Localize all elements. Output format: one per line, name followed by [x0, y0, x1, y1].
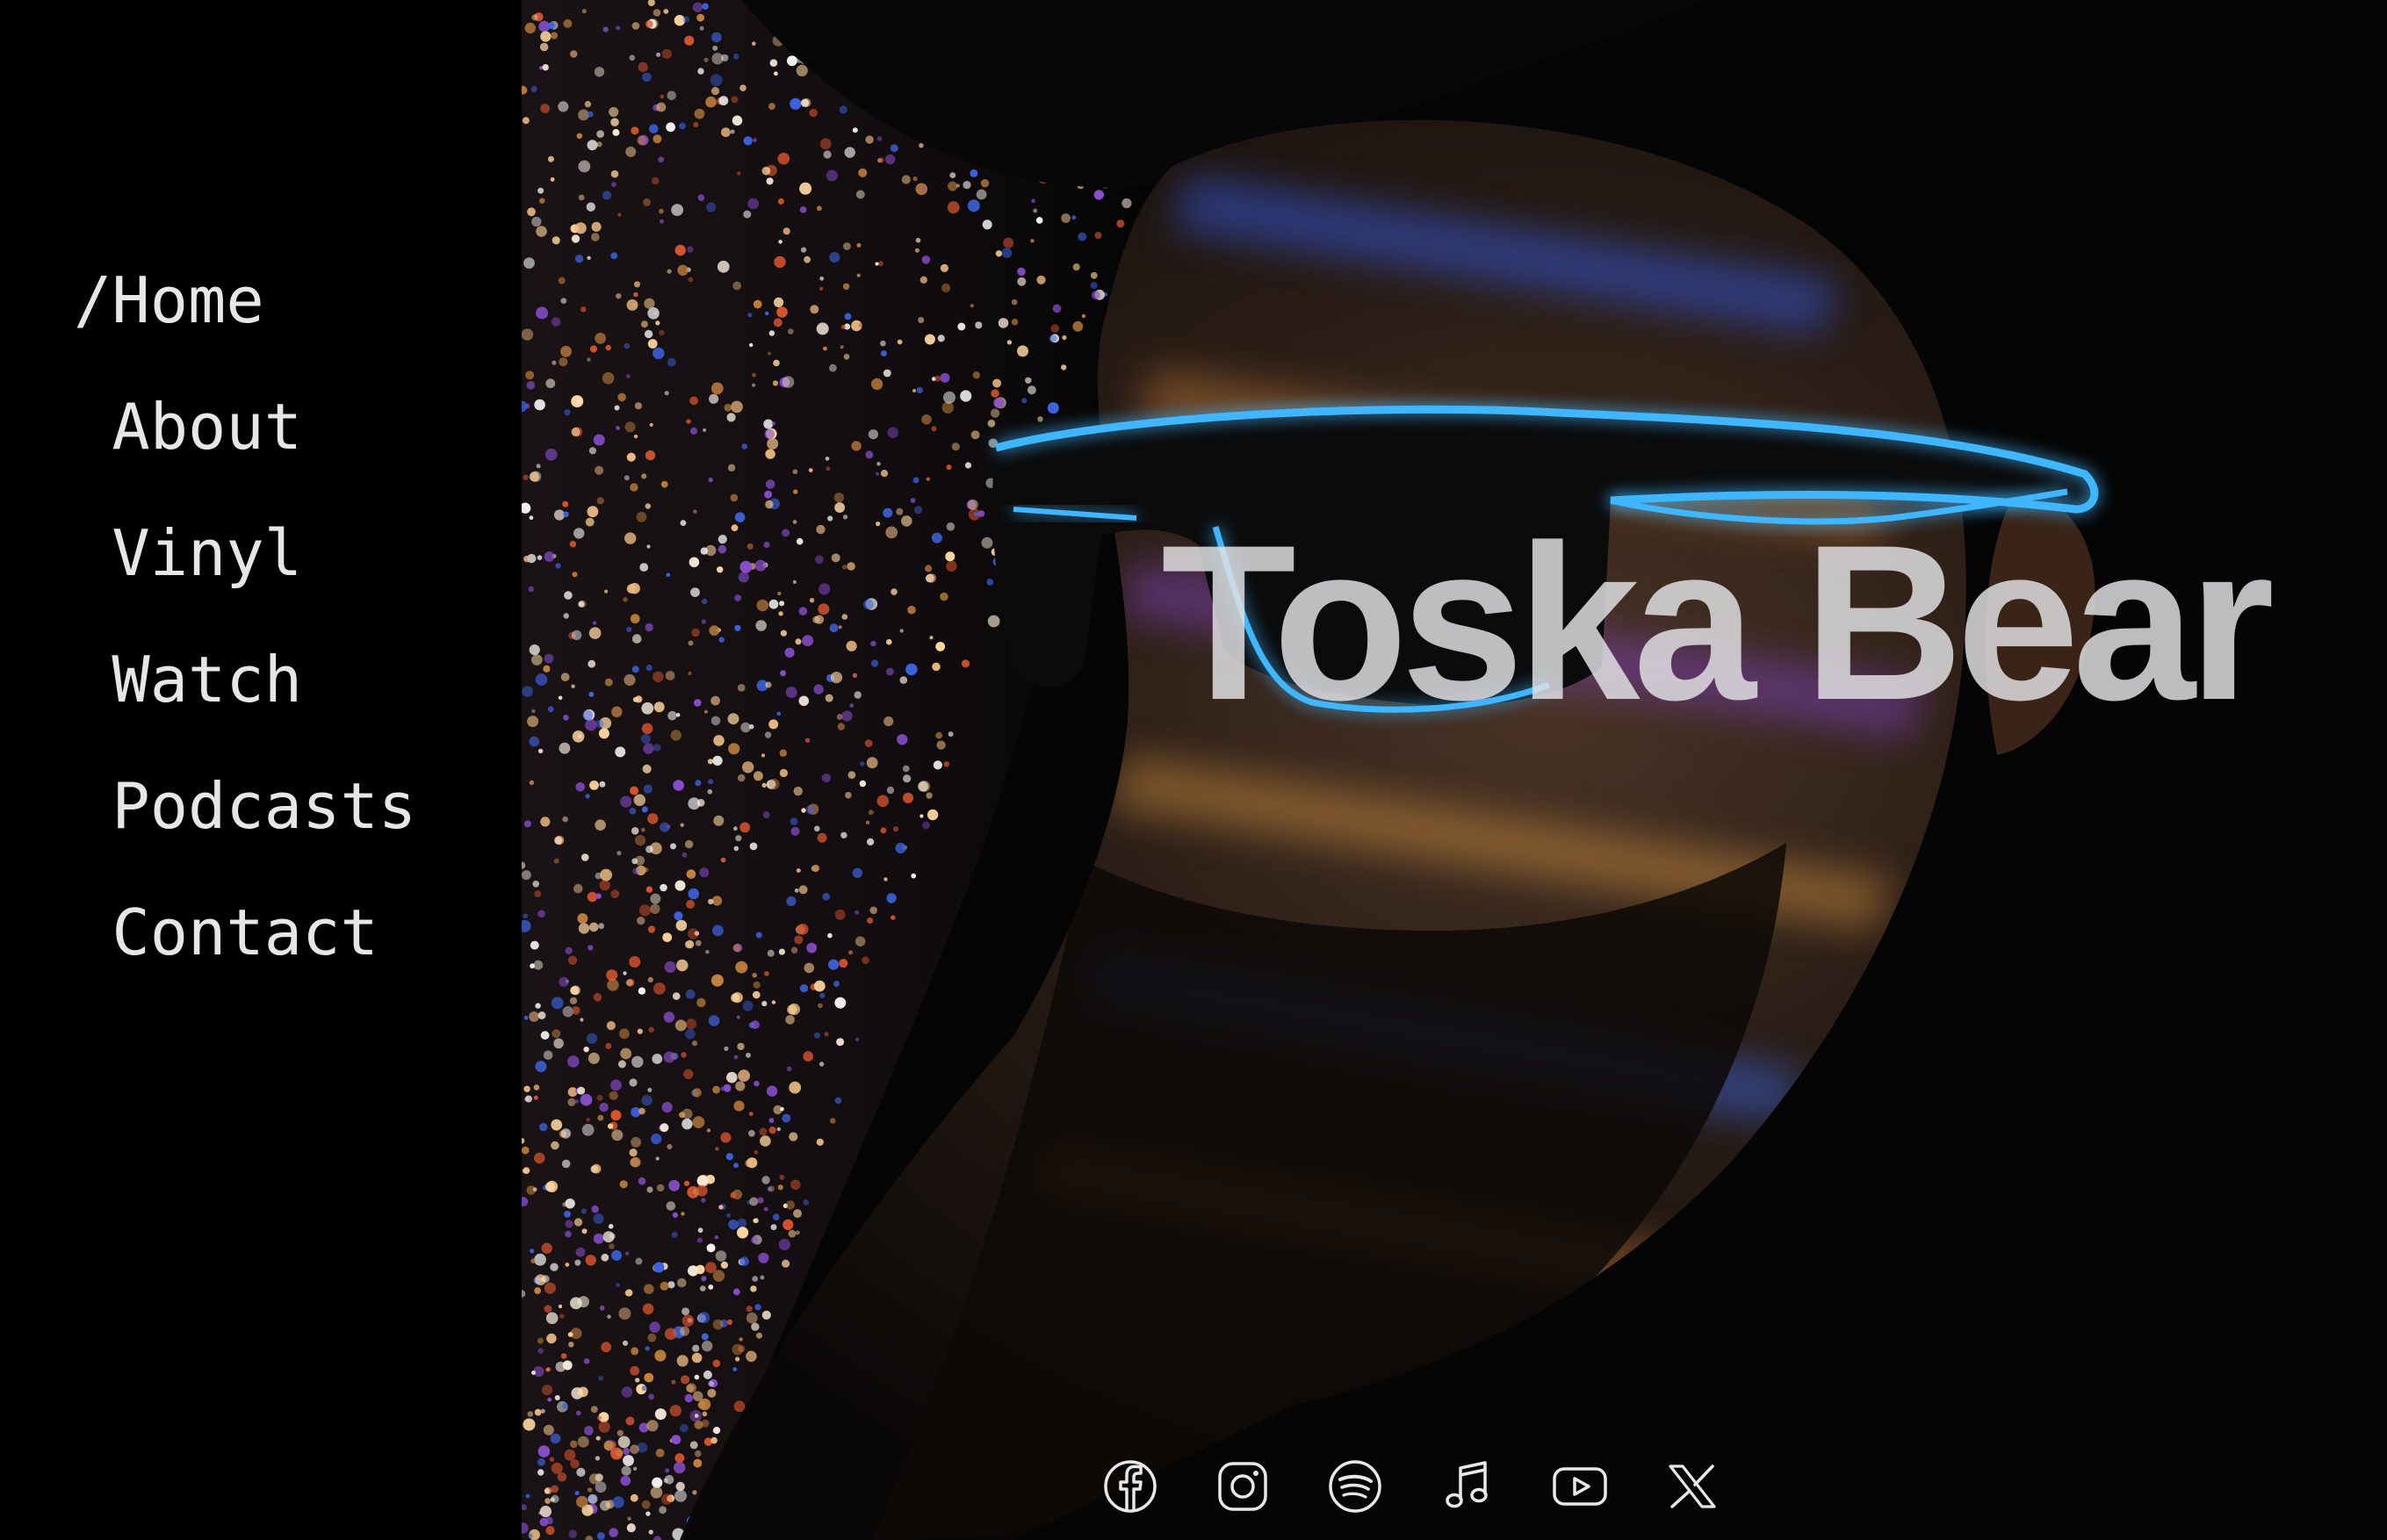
x-link[interactable] [1662, 1456, 1723, 1517]
nav-item-label: Watch [112, 643, 303, 716]
nav-item-podcasts[interactable]: /Podcasts [74, 762, 416, 889]
apple-music-link[interactable] [1437, 1456, 1498, 1517]
nav-item-label: Vinyl [112, 516, 303, 590]
hero-photo-illustration [522, 0, 2387, 1540]
instagram-icon [1218, 1462, 1267, 1511]
youtube-link[interactable] [1549, 1456, 1611, 1517]
hero-photo [522, 0, 2387, 1540]
nav-list: /Home /About /Vinyl /Watch /Podcasts /Co… [74, 256, 416, 1015]
nav-item-vinyl[interactable]: /Vinyl [74, 509, 416, 636]
nav-item-contact[interactable]: /Contact [74, 889, 416, 1015]
site-title: Toska Bear [1161, 500, 2275, 746]
nav-item-about[interactable]: /About [74, 383, 416, 509]
spotify-link[interactable] [1324, 1456, 1386, 1517]
sidebar: /Home /About /Vinyl /Watch /Podcasts /Co… [0, 0, 522, 1540]
apple-music-icon [1446, 1461, 1488, 1508]
x-icon [1669, 1464, 1716, 1508]
homepage: /Home /About /Vinyl /Watch /Podcasts /Co… [0, 0, 2387, 1540]
youtube-icon [1553, 1467, 1607, 1506]
nav-item-label: Home [112, 263, 264, 337]
facebook-link[interactable] [1100, 1456, 1161, 1517]
social-links [1100, 1456, 1723, 1517]
nav-item-label: About [112, 390, 303, 464]
active-indicator: / [74, 263, 112, 337]
nav-item-watch[interactable]: /Watch [74, 636, 416, 762]
instagram-link[interactable] [1212, 1456, 1273, 1517]
spotify-icon [1329, 1460, 1381, 1513]
nav-item-label: Contact [112, 896, 379, 969]
nav-item-home[interactable]: /Home [74, 256, 416, 383]
nav-item-label: Podcasts [112, 769, 417, 843]
facebook-icon [1104, 1460, 1157, 1513]
